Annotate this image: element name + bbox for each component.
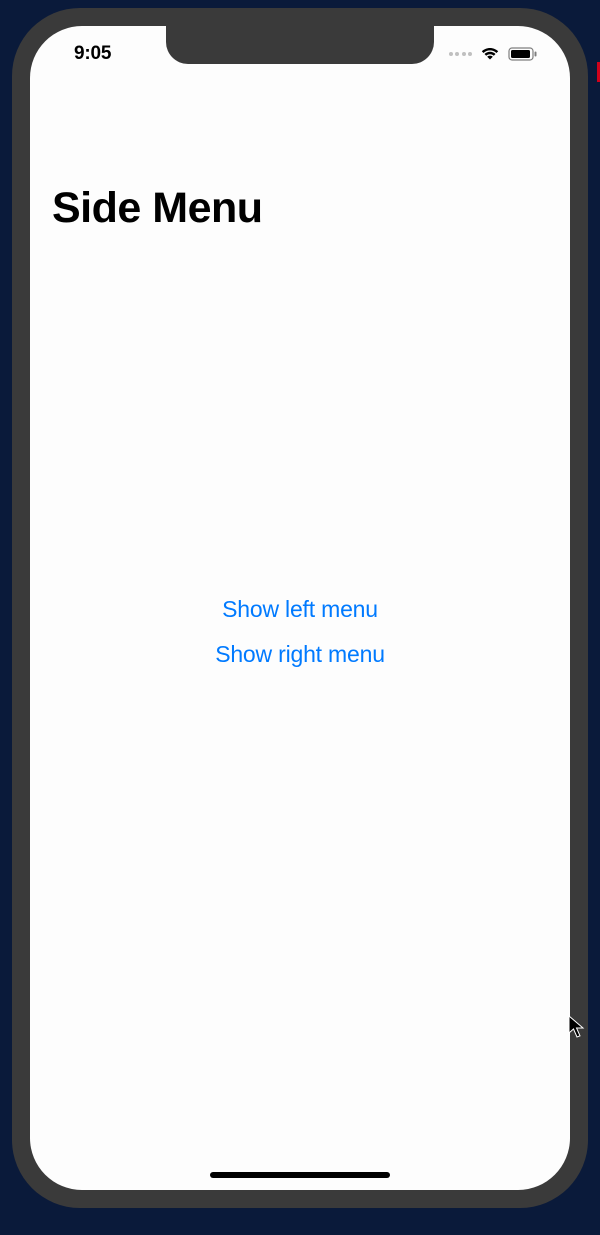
device-frame: 9:05 xyxy=(12,8,588,1208)
show-right-menu-button[interactable]: Show right menu xyxy=(215,641,385,668)
battery-icon xyxy=(508,47,538,61)
cellular-dots-icon xyxy=(449,52,473,56)
mouse-cursor-icon xyxy=(568,1015,586,1039)
status-right-cluster xyxy=(449,46,539,62)
show-left-menu-button[interactable]: Show left menu xyxy=(222,596,378,623)
content-area: Side Menu Show left menu Show right menu xyxy=(30,26,570,1190)
buttons-container: Show left menu Show right menu xyxy=(30,596,570,668)
device-notch xyxy=(166,26,434,64)
page-title: Side Menu xyxy=(52,184,570,233)
home-indicator[interactable] xyxy=(210,1172,390,1178)
wifi-icon xyxy=(480,46,500,62)
status-time: 9:05 xyxy=(74,43,111,65)
screen: 9:05 xyxy=(30,26,570,1190)
